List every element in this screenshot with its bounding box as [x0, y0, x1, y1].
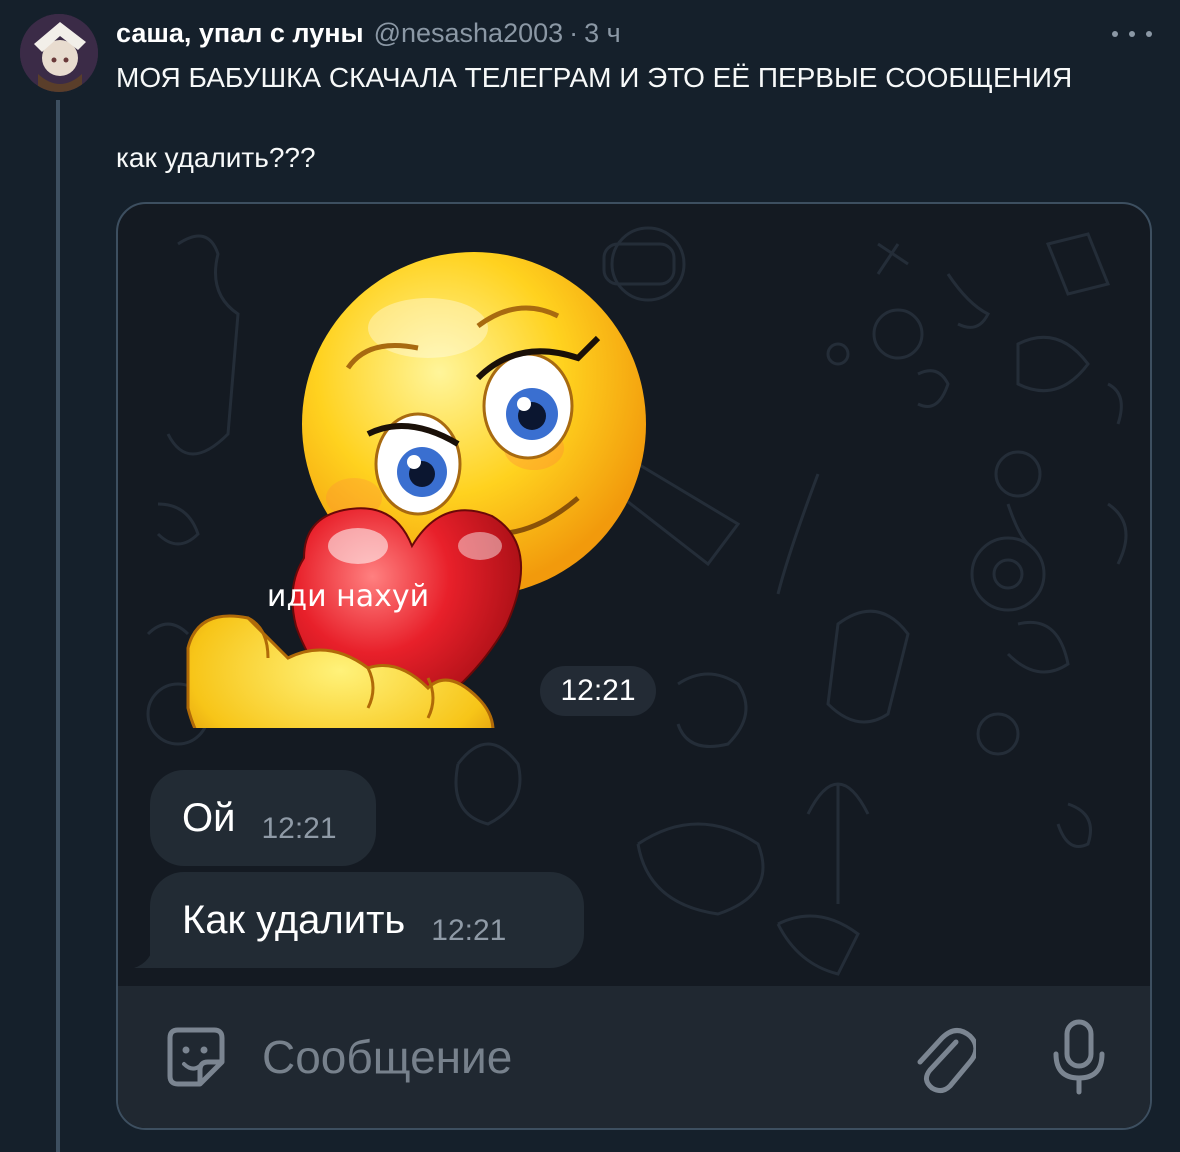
- message-input-bar: Сообщение: [118, 986, 1150, 1128]
- timestamp[interactable]: 3 ч: [584, 18, 621, 49]
- sticker-icon[interactable]: [160, 1022, 232, 1094]
- paperclip-icon[interactable]: [910, 1020, 976, 1096]
- message-bubble[interactable]: Ой 12:21: [150, 770, 376, 866]
- separator: ·: [569, 18, 579, 48]
- tweet-text: МОЯ БАБУШКА СКАЧАЛА ТЕЛЕГРАМ И ЭТО ЕЁ ПЕ…: [116, 62, 1073, 93]
- tweet-image[interactable]: иди нахуй 12:21 Ой 12:21 Как удалить 12:…: [116, 202, 1152, 1130]
- message-time: 12:21: [431, 914, 507, 947]
- heart-sticker[interactable]: иди нахуй: [178, 228, 658, 728]
- message-text: Ой: [182, 795, 236, 840]
- handle[interactable]: @nesasha2003: [374, 18, 564, 49]
- tweet-text: как удалить???: [116, 142, 316, 173]
- message-bubble[interactable]: Как удалить 12:21: [150, 872, 584, 968]
- avatar[interactable]: [20, 14, 98, 92]
- message-time: 12:21: [261, 812, 337, 845]
- sticker-time: 12:21: [540, 666, 656, 716]
- more-icon[interactable]: [1112, 22, 1152, 46]
- tweet: саша, упал с луны @nesasha2003 · 3 ч МОЯ…: [0, 0, 1180, 1152]
- tweet-header: саша, упал с луны @nesasha2003 · 3 ч: [116, 18, 621, 54]
- microphone-icon[interactable]: [1048, 1018, 1110, 1098]
- message-input[interactable]: Сообщение: [262, 1030, 512, 1084]
- thread-line: [56, 100, 60, 1152]
- message-text: Как удалить: [182, 897, 406, 942]
- sticker-caption: иди нахуй: [267, 579, 429, 614]
- display-name[interactable]: саша, упал с луны: [116, 18, 364, 49]
